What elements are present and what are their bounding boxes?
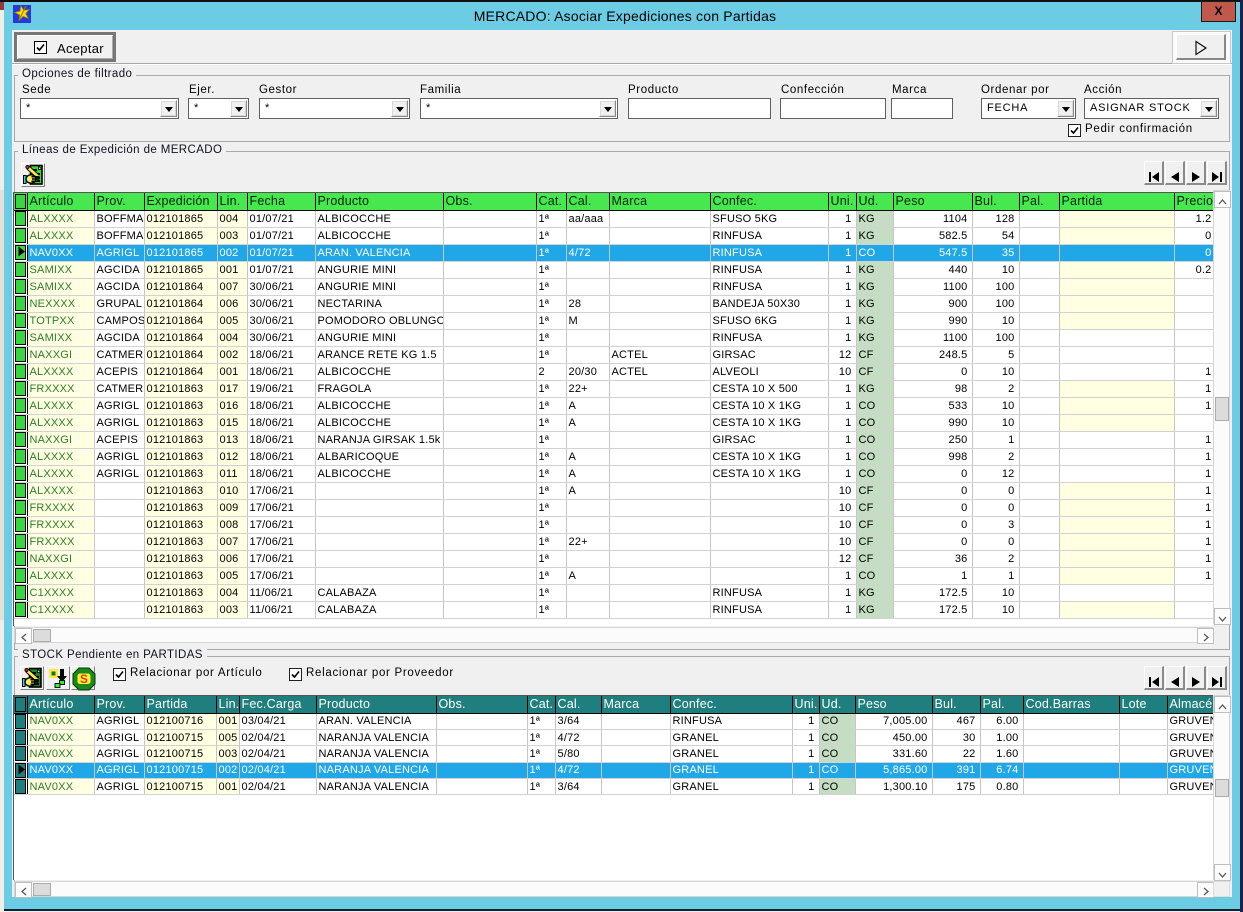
svg-text:S: S [80, 674, 88, 686]
